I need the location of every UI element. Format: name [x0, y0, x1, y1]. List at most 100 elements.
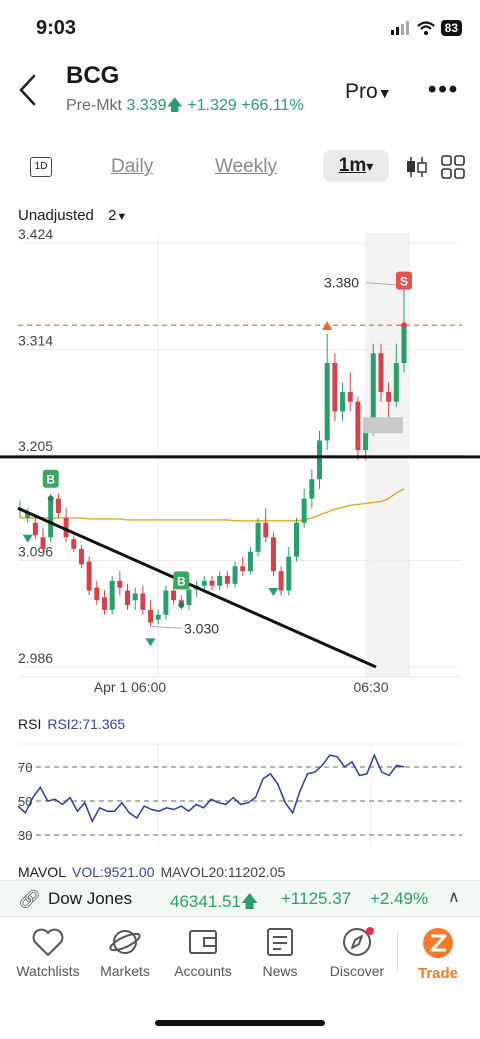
candle-body: [286, 556, 292, 591]
wifi-icon: [416, 21, 435, 35]
adjustment-label: Unadjusted: [18, 207, 94, 224]
candle-body: [148, 609, 154, 623]
candle-body: [78, 548, 84, 565]
candle-body: [278, 571, 284, 591]
candle-body: [217, 576, 223, 586]
y-tick-label: 3.096: [18, 544, 53, 560]
y-tick-label: 3.205: [18, 438, 53, 454]
grid-layout-icon[interactable]: [441, 155, 465, 179]
rsi-chart[interactable]: 705030: [0, 740, 480, 850]
candle-body: [309, 479, 315, 499]
x-tick-label: Apr 1 06:00: [94, 679, 167, 695]
candle-body: [401, 325, 407, 364]
tab-label: Trade: [417, 965, 459, 982]
tab-1m[interactable]: 1m▾: [323, 150, 389, 182]
status-time: 9:03: [36, 17, 77, 39]
mavol-label: MAVOL: [18, 864, 66, 880]
candle-body: [140, 593, 146, 610]
candle-body: [40, 537, 46, 549]
candle-body: [378, 353, 384, 393]
pro-label: Pro: [345, 80, 378, 103]
tab-weekly[interactable]: Weekly: [215, 156, 277, 178]
rsi-header: RSI RSI2:71.365: [18, 716, 125, 732]
pro-button[interactable]: Pro▼: [345, 80, 392, 104]
candle-body: [293, 522, 299, 557]
y-tick-label: 3.314: [18, 332, 53, 348]
candle-body: [386, 392, 392, 402]
candle-body: [94, 587, 100, 601]
candle-body: [347, 392, 353, 402]
mavol-vol: VOL:9521.00: [71, 864, 155, 880]
buy-marker-label: B: [46, 473, 55, 487]
buy-marker-label: B: [177, 574, 186, 588]
sell-dot: [401, 322, 407, 329]
index-change: +1125.37: [281, 889, 352, 908]
rsi-level-label: 30: [18, 828, 32, 843]
rsi-label: RSI: [18, 716, 42, 732]
tab-markets[interactable]: Markets: [80, 921, 170, 985]
buy-dot: [47, 495, 54, 502]
tab-label: Markets: [100, 963, 150, 979]
premarket-quote: Pre-Mkt 3.339🡅 +1.329 +66.11%: [66, 94, 304, 121]
candle-body: [186, 589, 192, 606]
index-value: 46341.51🡅: [170, 889, 258, 918]
candle-body: [171, 590, 177, 601]
tab-discover[interactable]: Discover: [312, 921, 402, 985]
buy-dot: [178, 602, 185, 609]
candle-body: [201, 580, 207, 586]
index-pct: +2.49%: [370, 889, 429, 908]
caret-down-icon: ▾: [366, 158, 374, 174]
sell-marker-label: S: [400, 275, 408, 289]
bottom-tab-bar: Watchlists Markets Accounts News Discove…: [0, 916, 480, 986]
rsi-line: [17, 753, 405, 824]
ticker-symbol: BCG: [66, 62, 120, 89]
trade-logo-icon: [423, 928, 453, 958]
caret-down-icon: ▼: [377, 85, 392, 101]
candle-body: [317, 440, 323, 480]
candle-body: [109, 580, 115, 610]
candle-body: [117, 580, 123, 588]
index-ticker-strip[interactable]: 🔗︎ Dow Jones 46341.51🡅 +1125.37 +2.49% ∧: [0, 880, 480, 916]
candle-body: [247, 551, 253, 572]
low-label: 3.030: [184, 620, 219, 636]
candle-body: [224, 576, 230, 584]
up-arrow-icon: 🡅: [240, 892, 259, 911]
news-icon: [267, 928, 293, 956]
y-tick-label: 2.986: [18, 650, 53, 666]
up-arrow-icon: 🡅: [166, 97, 183, 114]
candle-body: [355, 401, 361, 451]
high-label: 3.380: [324, 275, 359, 291]
link-icon: 🔗︎: [18, 889, 41, 909]
candle-body: [340, 392, 346, 412]
wallet-icon: [189, 930, 217, 954]
planet-icon: [109, 930, 141, 954]
timeframe-bar: 1D Daily Weekly 1m▾: [0, 146, 480, 188]
candle-body: [240, 566, 246, 572]
price-chart[interactable]: 3.424 3.314 3.205 3.096 2.986 Apr 1 06:00 06:3…: [0, 225, 480, 705]
candle-body: [332, 363, 338, 412]
candlestick-icon[interactable]: [405, 155, 427, 179]
candle-body: [324, 363, 330, 441]
candle-body: [155, 614, 161, 620]
candle-body: [125, 590, 131, 606]
premarket-pct: +66.11%: [241, 97, 304, 114]
back-icon[interactable]: [14, 72, 44, 108]
more-button[interactable]: •••: [428, 76, 459, 104]
intraday-icon[interactable]: 1D: [30, 157, 52, 177]
chevron-up-icon[interactable]: ∧: [448, 887, 460, 907]
candle-body: [86, 561, 92, 591]
candle-body: [209, 580, 215, 586]
x-tick-label: 06:30: [353, 679, 388, 695]
heart-icon: [32, 928, 64, 956]
index-value-text: 46341.51: [170, 892, 241, 911]
adjustment-selector[interactable]: Unadjusted 2▼: [18, 207, 127, 224]
tab-trade[interactable]: Trade: [393, 921, 480, 985]
rsi-value: RSI2:71.365: [47, 716, 126, 732]
premarket-change: +1.329: [187, 97, 237, 114]
tab-daily[interactable]: Daily: [111, 156, 153, 178]
candle-body: [55, 498, 61, 514]
premarket-label: Pre-Mkt: [66, 97, 122, 114]
candle-body: [301, 498, 307, 523]
candle-body: [263, 522, 269, 538]
caret-down-icon: ▼: [116, 211, 128, 223]
